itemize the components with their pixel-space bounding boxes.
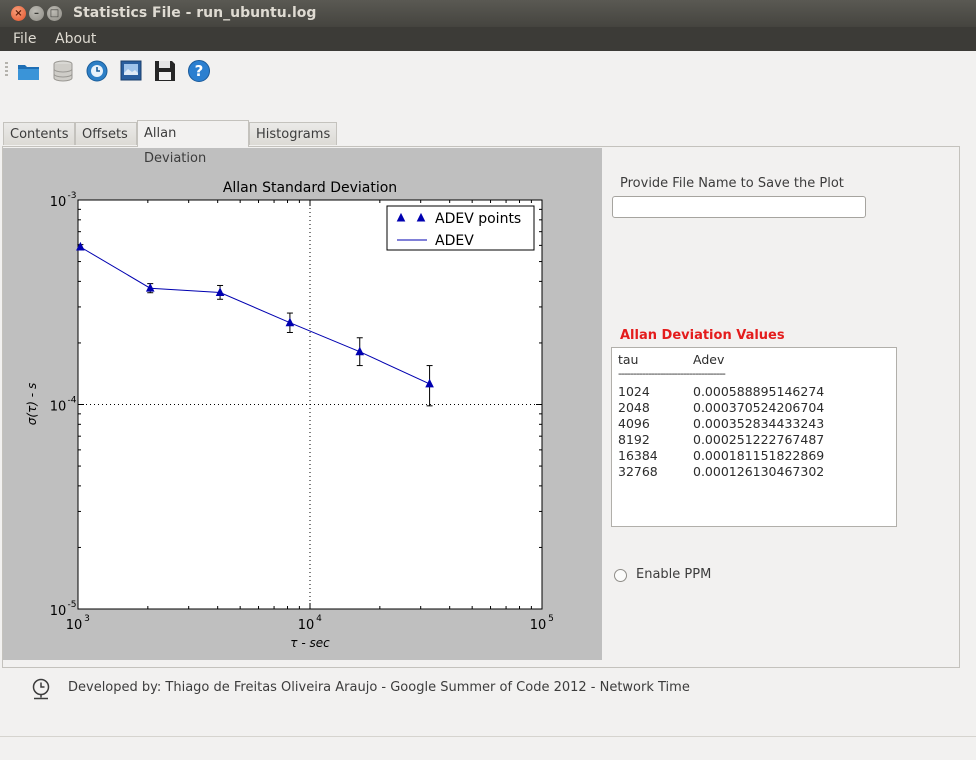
maximize-button[interactable]: □ — [47, 6, 62, 21]
x-tick-label: 10 5 — [530, 614, 554, 633]
save-filename-input[interactable] — [612, 196, 866, 218]
adev-value: 0.000588895146274 — [693, 384, 825, 399]
y-tick-base: 10 — [50, 400, 67, 415]
adev-value: 0.000181151822869 — [693, 448, 825, 463]
save-disk-icon[interactable] — [152, 59, 178, 83]
refresh-clock-icon[interactable] — [84, 59, 110, 83]
x-tick-label: 10 4 — [298, 614, 322, 633]
x-tick-exp: 3 — [84, 614, 90, 624]
toolbar-grip[interactable] — [5, 62, 8, 76]
legend-points-label: ADEV points — [435, 211, 521, 227]
header-tau: tau — [618, 352, 639, 367]
allan-chart: Allan Standard Deviation 10 3 10 4 10 5 10 -31… — [25, 180, 554, 650]
y-tick-exp: -3 — [68, 191, 77, 201]
x-tick-label: 10 3 — [66, 614, 90, 633]
y-tick-base: 10 — [50, 195, 67, 210]
tau-value: 32768 — [618, 464, 658, 479]
x-tick-labels: 10 3 10 4 10 5 — [66, 614, 554, 633]
tau-value: 2048 — [618, 400, 650, 415]
minimize-button[interactable]: – — [29, 6, 44, 21]
open-folder-icon[interactable] — [16, 59, 42, 83]
menu-file[interactable]: File — [13, 31, 36, 47]
database-icon[interactable] — [50, 59, 76, 83]
network-clock-icon — [30, 678, 52, 700]
tab-offsets[interactable]: Offsets — [75, 122, 137, 145]
y-tick-labels: 10 -310 -410 -5 — [50, 191, 77, 619]
tab-histograms[interactable]: Histograms — [249, 122, 337, 145]
y-tick-label: 10 -5 — [50, 600, 77, 619]
table-row: 8192 0.000251222767487 — [618, 432, 890, 448]
table-row: 2048 0.000370524206704 — [618, 400, 890, 416]
svg-text:?: ? — [195, 62, 204, 80]
values-textbox[interactable]: tau Adev -------------------------------… — [611, 347, 897, 527]
values-title: Allan Deviation Values — [620, 328, 785, 343]
help-icon[interactable]: ? — [186, 59, 212, 83]
adev-value: 0.000370524206704 — [693, 400, 825, 415]
window-title: Statistics File - run_ubuntu.log — [73, 5, 317, 21]
chart-title: Allan Standard Deviation — [223, 180, 397, 196]
adev-value: 0.000352834433243 — [693, 416, 825, 431]
save-label: Provide File Name to Save the Plot — [620, 176, 844, 191]
enable-ppm-radio[interactable] — [614, 569, 627, 582]
x-tick-exp: 5 — [548, 614, 554, 624]
adev-value: 0.000126130467302 — [693, 464, 825, 479]
x-axis-label: τ - sec — [290, 636, 330, 650]
tau-value: 4096 — [618, 416, 650, 431]
header-adev: Adev — [693, 352, 725, 367]
enable-ppm-label: Enable PPM — [636, 567, 712, 582]
y-tick-base: 10 — [50, 604, 67, 619]
x-tick-base: 10 — [66, 618, 83, 633]
status-bar — [0, 736, 976, 760]
y-axis-label: σ(τ) - s — [25, 383, 39, 425]
tau-value: 16384 — [618, 448, 658, 463]
plot-canvas: Allan Standard Deviation 10 3 10 4 10 5 10 -3 1… — [3, 148, 602, 660]
footer-credit: Developed by: Thiago de Freitas Oliveira… — [68, 680, 690, 695]
y-tick-label: 10 -3 — [50, 191, 77, 210]
legend-line-label: ADEV — [435, 233, 474, 249]
menu-bar: File About — [0, 27, 976, 51]
menu-about[interactable]: About — [55, 31, 96, 47]
tau-value: 8192 — [618, 432, 650, 447]
y-tick-exp: -5 — [68, 600, 77, 610]
separator: ------------------------------------ — [618, 367, 726, 380]
close-button[interactable]: × — [11, 6, 26, 21]
x-tick-base: 10 — [298, 618, 315, 633]
adev-value: 0.000251222767487 — [693, 432, 825, 447]
table-row: 32768 0.000126130467302 — [618, 464, 890, 480]
tab-allan-deviation[interactable]: Allan Deviation — [137, 120, 249, 166]
x-tick-exp: 4 — [316, 614, 322, 624]
title-bar: × – □ Statistics File - run_ubuntu.log — [0, 0, 976, 27]
y-tick-exp: -4 — [68, 396, 77, 406]
table-row: 4096 0.000352834433243 — [618, 416, 890, 432]
table-row: 1024 0.000588895146274 — [618, 384, 890, 400]
image-icon[interactable] — [118, 59, 144, 83]
tab-contents[interactable]: Contents — [3, 122, 75, 145]
table-row: 16384 0.000181151822869 — [618, 448, 890, 464]
y-tick-label: 10 -4 — [50, 396, 77, 415]
tau-value: 1024 — [618, 384, 650, 399]
legend: ADEV points ADEV — [386, 205, 535, 251]
x-tick-base: 10 — [530, 618, 547, 633]
